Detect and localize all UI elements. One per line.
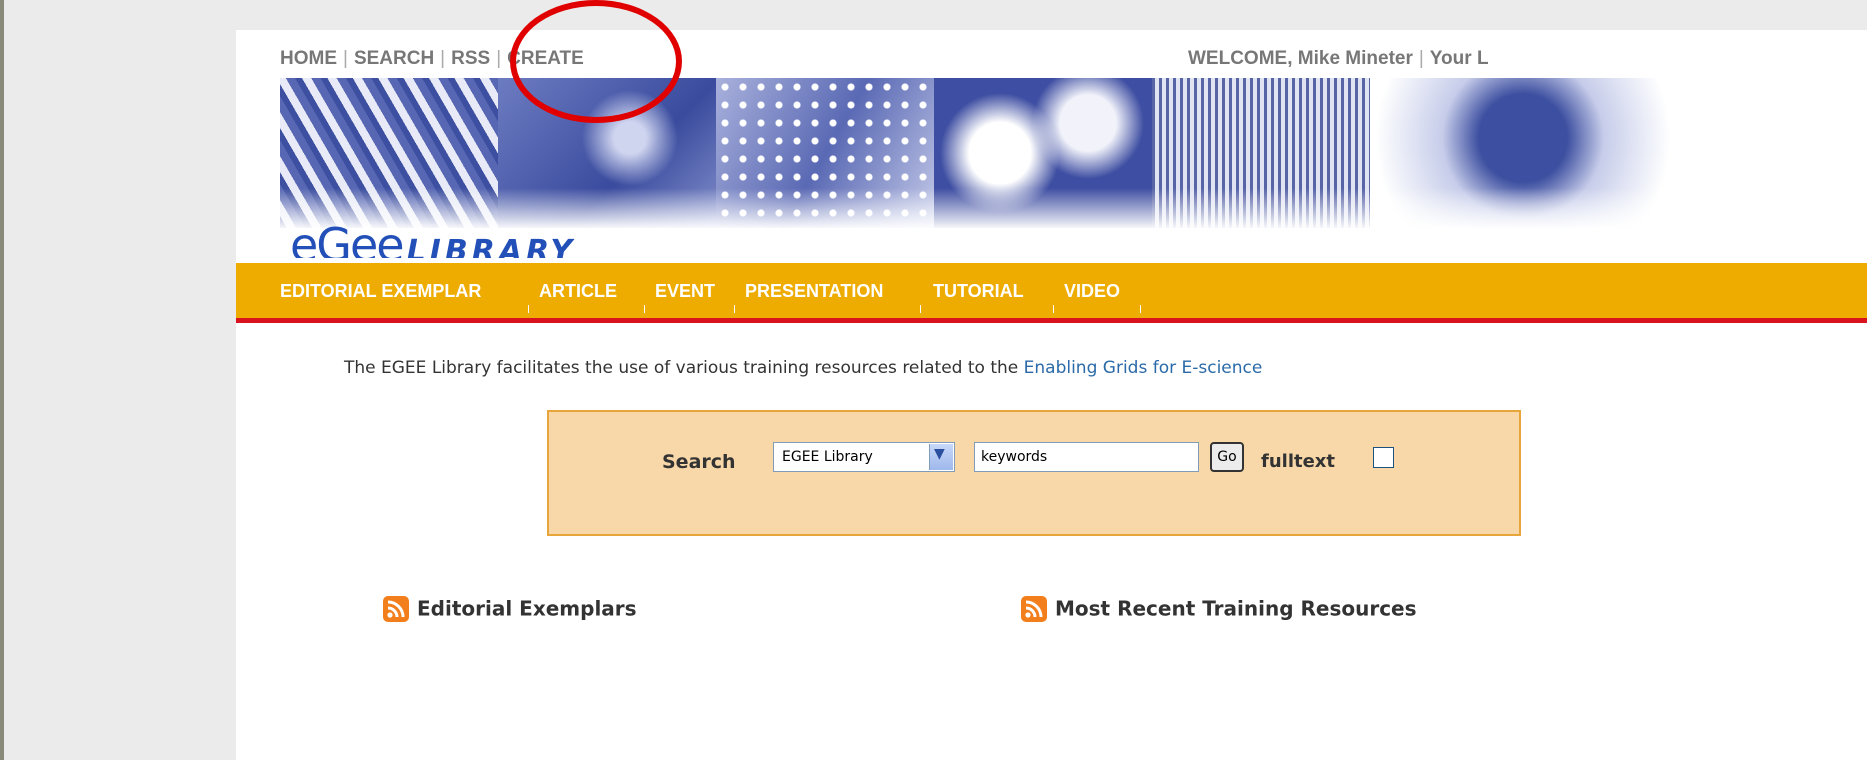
collection-select[interactable]: EGEE Library ▼ xyxy=(773,442,955,472)
category-editorial-exemplar[interactable]: EDITORIAL EXEMPLAR xyxy=(280,281,481,302)
category-separator xyxy=(1053,305,1054,313)
egee-library-logo[interactable]: eGee LIBRARY xyxy=(290,218,576,258)
intro-text: The EGEE Library facilitates the use of … xyxy=(344,358,1024,378)
category-separator xyxy=(1140,305,1141,313)
recent-resources-title: Most Recent Training Resources xyxy=(1055,596,1417,621)
rss-feed-icon[interactable] xyxy=(1021,595,1047,622)
editorial-exemplars-heading[interactable]: Editorial Exemplars xyxy=(383,595,637,622)
library-page: HOME | SEARCH | RSS | CREATE WELCOME, Mike Min… xyxy=(236,30,1867,760)
category-bar: EDITORIAL EXEMPLAR ARTICLE EVENT PRESENT… xyxy=(236,263,1867,323)
logo-mark: eGee xyxy=(290,218,405,258)
nav-search-link[interactable]: SEARCH xyxy=(354,48,434,69)
recent-resources-heading[interactable]: Most Recent Training Resources xyxy=(1021,595,1417,622)
header-banner: eGee LIBRARY xyxy=(280,78,1867,258)
category-separator xyxy=(644,305,645,313)
keywords-input[interactable] xyxy=(974,442,1199,472)
page-top-gutter xyxy=(236,0,1867,30)
welcome-text: WELCOME, Mike Mineter xyxy=(1188,48,1413,69)
fulltext-checkbox[interactable] xyxy=(1373,447,1394,468)
category-article[interactable]: ARTICLE xyxy=(539,281,617,302)
search-label: Search xyxy=(662,451,736,473)
category-separator xyxy=(734,305,735,313)
nav-separator: | xyxy=(496,48,502,69)
top-navigation: HOME | SEARCH | RSS | CREATE xyxy=(280,48,584,70)
search-panel: Search EGEE Library ▼ Go fulltext xyxy=(547,410,1521,536)
editorial-exemplars-title: Editorial Exemplars xyxy=(417,596,637,621)
your-library-link[interactable]: Your L xyxy=(1430,48,1489,69)
category-presentation[interactable]: PRESENTATION xyxy=(745,281,883,302)
intro-paragraph: The EGEE Library facilitates the use of … xyxy=(344,358,1262,378)
nav-home-link[interactable]: HOME xyxy=(280,48,337,69)
welcome-area: WELCOME, Mike Mineter | Your L xyxy=(1188,48,1489,70)
rss-feed-icon[interactable] xyxy=(383,595,409,622)
category-separator xyxy=(920,305,921,313)
nav-separator: | xyxy=(343,48,348,69)
category-video[interactable]: VIDEO xyxy=(1064,281,1120,302)
category-event[interactable]: EVENT xyxy=(655,281,715,302)
category-separator xyxy=(528,305,529,313)
chevron-down-icon: ▼ xyxy=(934,446,945,462)
go-button[interactable]: Go xyxy=(1210,442,1244,472)
fulltext-label: fulltext xyxy=(1261,451,1336,472)
nav-create-link[interactable]: CREATE xyxy=(507,48,584,69)
logo-word: LIBRARY xyxy=(406,234,577,258)
enabling-grids-link[interactable]: Enabling Grids for E-science xyxy=(1024,358,1263,378)
nav-separator: | xyxy=(1418,48,1424,69)
collection-select-value: EGEE Library xyxy=(782,449,873,465)
page-left-gutter xyxy=(4,0,236,760)
category-tutorial[interactable]: TUTORIAL xyxy=(933,281,1024,302)
nav-separator: | xyxy=(440,48,446,69)
dropdown-arrow-button[interactable]: ▼ xyxy=(929,444,953,470)
nav-rss-link[interactable]: RSS xyxy=(451,48,490,69)
